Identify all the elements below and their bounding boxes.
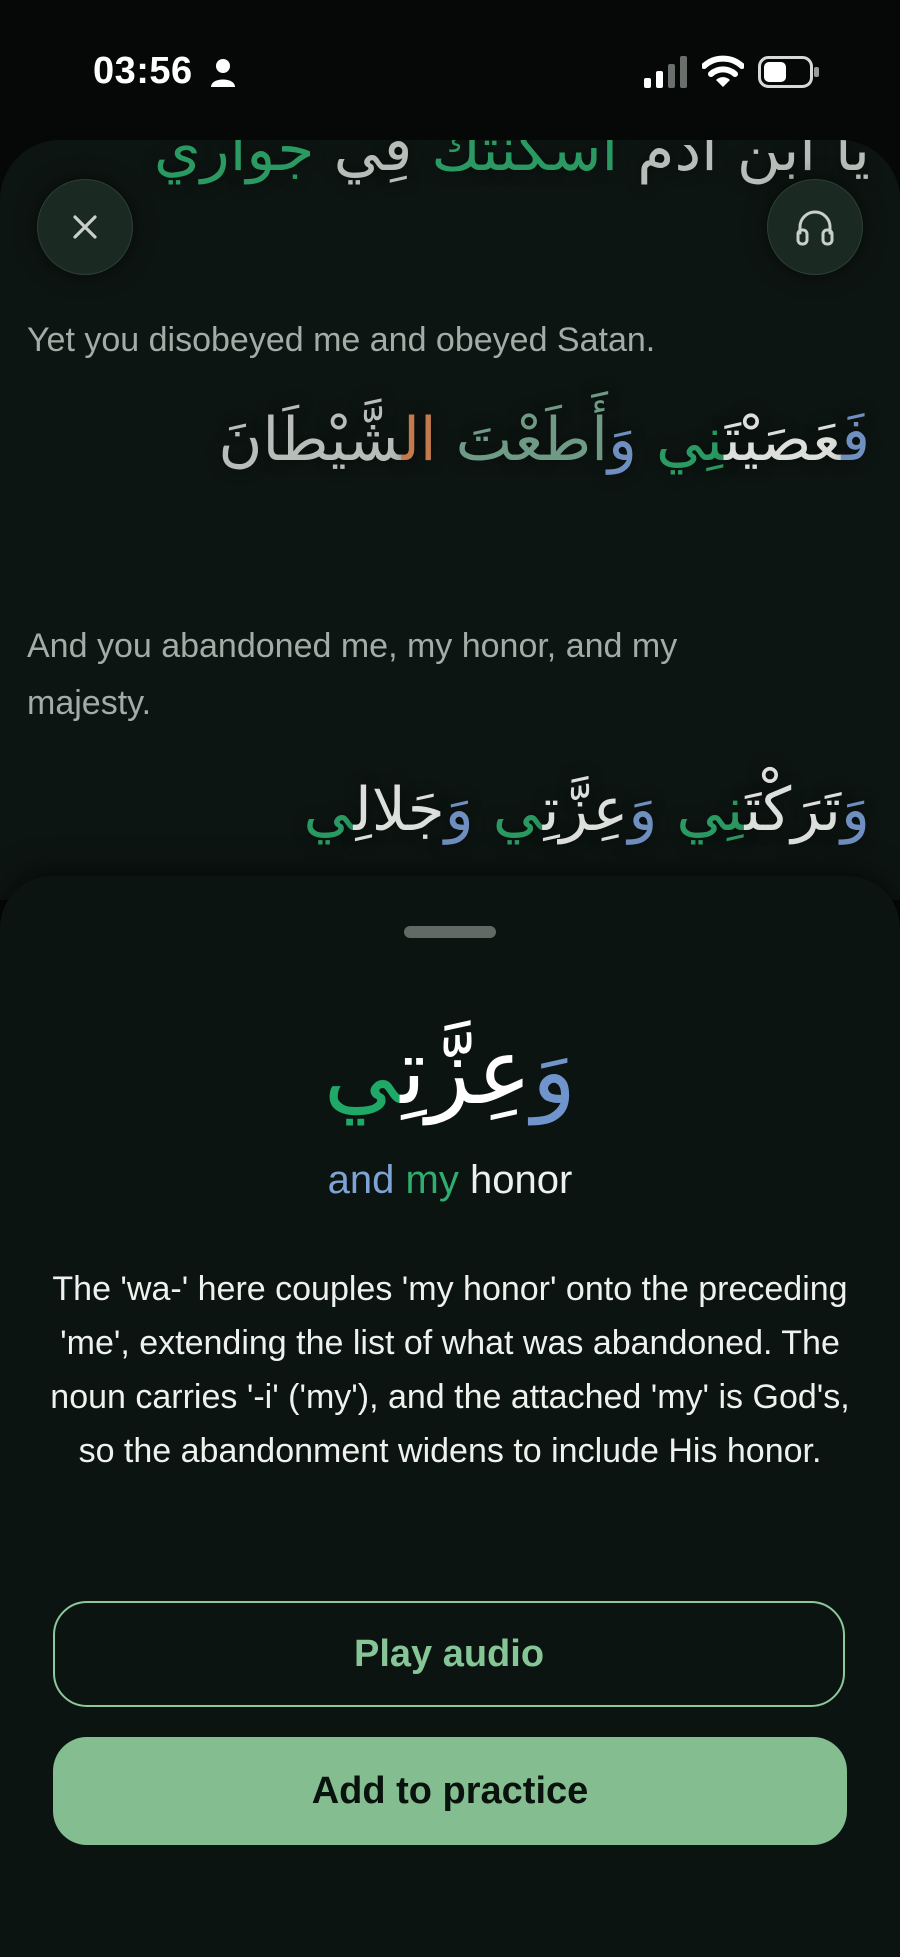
arabic-line-2: وَتَرَكْتَنِي وَعِزَّتِي وَجَلالِي: [303, 775, 871, 845]
word-detail-sheet: وَعِزَّتِي and my honor The 'wa-' here c…: [0, 876, 900, 1957]
selected-word-arabic: وَعِزَّتِي: [323, 1018, 577, 1125]
close-icon: [73, 215, 97, 239]
arabic-line-1: فَعَصَيْتَنِي وَأَطَعْتَ الشَّيْطَانَ: [218, 405, 870, 475]
play-audio-button[interactable]: Play audio: [53, 1601, 845, 1707]
gloss-pronoun: my: [405, 1158, 459, 1202]
wifi-icon: [702, 55, 744, 87]
headphones-icon: [796, 210, 834, 246]
close-button[interactable]: [37, 179, 133, 275]
status-bar: 03:56: [0, 0, 900, 140]
arabic-line-0: يا ابن آدم اسكنتك فِي جواري: [153, 140, 870, 185]
grammar-explanation: The 'wa-' here couples 'my honor' onto t…: [50, 1270, 850, 1470]
cellular-signal-icon: [644, 56, 687, 88]
headphones-button[interactable]: [767, 179, 863, 275]
translation-line-2: And you abandoned me, my honor, and my m…: [27, 627, 678, 722]
add-to-practice-button[interactable]: Add to practice: [53, 1737, 847, 1845]
battery-icon: [758, 56, 819, 88]
gloss-conjunction: and: [327, 1158, 395, 1202]
reading-panel: يا ابن آدم اسكنتك فِي جواري Yet you diso…: [0, 140, 900, 900]
person-icon: [211, 59, 235, 87]
status-time: 03:56: [93, 50, 193, 92]
sheet-drag-handle[interactable]: [404, 926, 496, 938]
gloss-noun: honor: [470, 1158, 573, 1202]
translation-line-1: Yet you disobeyed me and obeyed Satan.: [27, 321, 656, 359]
word-gloss: and my honor: [0, 1160, 900, 1200]
